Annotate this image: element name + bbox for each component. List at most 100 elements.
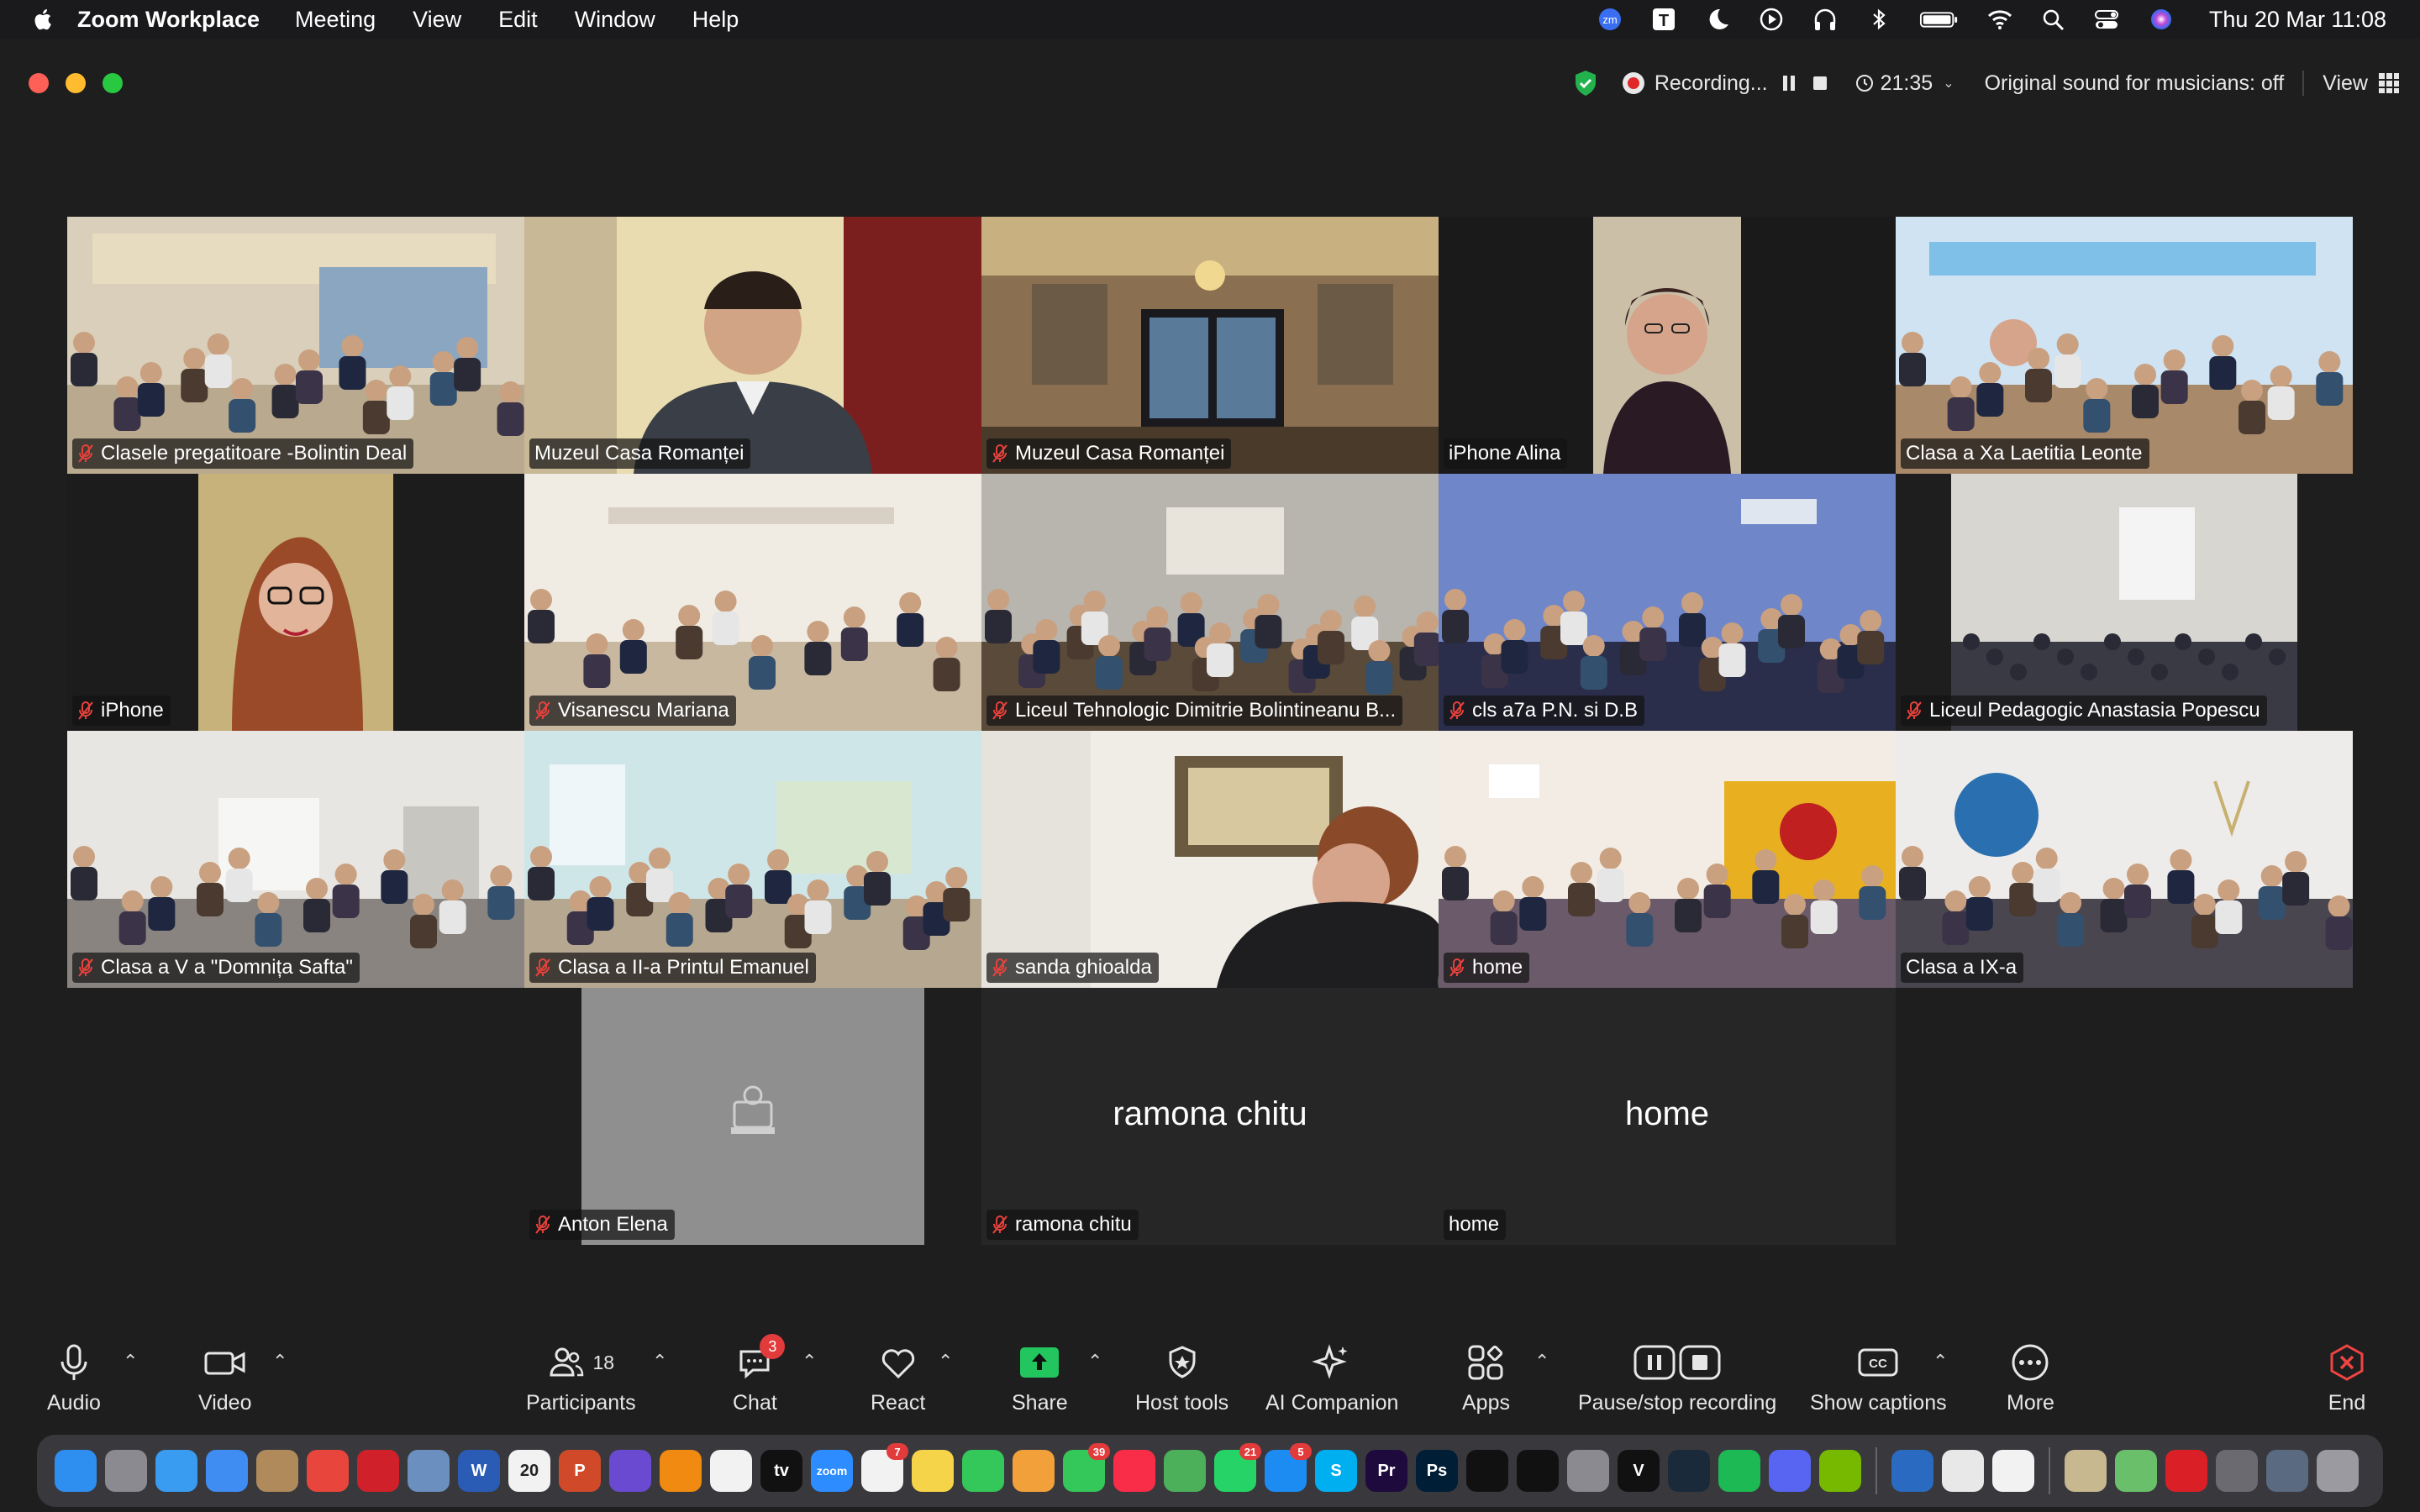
freeform-icon[interactable] [710,1450,752,1492]
menubar-clock[interactable]: Thu 20 Mar 11:08 [2209,7,2386,33]
video-tile[interactable]: Clasa a V a "Domnița Safta" [67,731,524,988]
music-icon[interactable] [1113,1450,1155,1492]
close-window-button[interactable] [29,73,49,93]
shield-check-icon[interactable] [1572,69,1599,97]
textedit-icon[interactable] [1992,1450,2034,1492]
view-button[interactable]: View [2323,71,2368,96]
photoshop-icon[interactable]: Ps [1416,1450,1458,1492]
cloud-folder-icon[interactable] [2115,1450,2157,1492]
vlc-icon[interactable] [660,1450,702,1492]
zoom-icon[interactable]: zoom [811,1450,853,1492]
video-tile[interactable]: home home [1439,988,1896,1245]
launchpad-icon[interactable] [105,1450,147,1492]
chevron-down-icon[interactable]: ⌄ [1943,75,1954,92]
moon-icon[interactable] [1703,7,1732,32]
skype-icon[interactable]: S [1315,1450,1357,1492]
video-tile[interactable]: Clasa a IX-a [1896,731,2353,988]
video-tile[interactable]: sanda ghioalda [981,731,1439,988]
siri-icon[interactable] [609,1450,651,1492]
minimize-window-button[interactable] [66,73,86,93]
end-meeting-button[interactable]: End [2326,1337,2368,1430]
react-options-chevron-icon[interactable]: ⌃ [938,1351,953,1373]
vectorworks-icon[interactable]: V [1618,1450,1660,1492]
creative-cloud-icon[interactable] [2165,1450,2207,1492]
trash-icon[interactable] [2317,1450,2359,1492]
discord-icon[interactable] [1769,1450,1811,1492]
video-tile[interactable]: Liceul Pedagogic Anastasia Popescu [1896,474,2353,731]
capcut-icon[interactable] [1517,1450,1559,1492]
menu-view[interactable]: View [413,7,461,33]
video-tile[interactable]: Anton Elena [524,988,981,1245]
powerpoint-icon[interactable]: P [559,1450,601,1492]
video-button[interactable]: Video [198,1337,252,1430]
word-icon[interactable]: W [458,1450,500,1492]
apps-options-chevron-icon[interactable]: ⌃ [1534,1351,1549,1373]
menu-window[interactable]: Window [575,7,655,33]
spotify-icon[interactable] [1718,1450,1760,1492]
pause-stop-recording-button[interactable]: Pause/stop recording [1578,1337,1776,1430]
grid-view-icon[interactable] [2378,72,2400,94]
zoom-icon[interactable]: zm [1596,7,1624,32]
video-tile[interactable]: Clasele pregatitoare -Bolintin Deal [67,217,524,474]
audio-app-icon[interactable] [1668,1450,1710,1492]
search-icon[interactable] [2039,7,2068,32]
audio-button[interactable]: Audio [47,1337,101,1430]
appstore-icon[interactable]: 5 [1265,1443,1312,1492]
app-store-alt-icon[interactable] [1942,1450,1984,1492]
host-tools-button[interactable]: Host tools [1135,1337,1228,1430]
siri-icon[interactable] [2147,7,2175,32]
menu-meeting[interactable]: Meeting [295,7,376,33]
nvidia-icon[interactable] [1819,1450,1861,1492]
screenshot-folder-icon[interactable] [2216,1450,2258,1492]
more-button[interactable]: More [2007,1337,2054,1430]
t-icon[interactable]: T [1649,7,1678,32]
maximize-window-button[interactable] [103,73,123,93]
opera-icon[interactable] [357,1450,399,1492]
photo-folder-icon[interactable] [2065,1450,2107,1492]
notes-icon[interactable] [912,1450,954,1492]
chat-button[interactable]: 3 Chat [733,1334,786,1430]
chrome-icon[interactable] [307,1450,349,1492]
original-sound-toggle[interactable]: Original sound for musicians: off [1985,71,2285,96]
wifi-icon[interactable] [1986,7,2014,32]
maps-icon[interactable] [1164,1450,1206,1492]
apps-button[interactable]: Apps [1462,1337,1510,1430]
pause-recording-icon[interactable] [1782,76,1795,91]
video-tile[interactable]: cls a7a P.N. si D.B [1439,474,1896,731]
meeting-timer[interactable]: 21:35 [1881,71,1933,96]
reminders-icon[interactable]: 7 [861,1443,908,1492]
appletv-icon[interactable]: tv [760,1450,802,1492]
video-tile[interactable]: Clasa a II-a Printul Emanuel [524,731,981,988]
system-settings-icon[interactable] [1567,1450,1609,1492]
tiktok-icon[interactable] [1466,1450,1508,1492]
messages-icon[interactable]: 39 [1063,1443,1110,1492]
ai-companion-button[interactable]: AI Companion [1265,1337,1398,1430]
video-tile[interactable]: iPhone [67,474,524,731]
quicktime-icon[interactable] [1891,1450,1933,1492]
app-menu[interactable]: Zoom Workplace [77,7,260,33]
participants-button[interactable]: 18 Participants [526,1337,636,1430]
video-tile[interactable]: Liceul Tehnologic Dimitrie Bolintineanu … [981,474,1439,731]
calendar-icon[interactable]: 20 [508,1450,550,1492]
safari-icon[interactable] [155,1450,197,1492]
video-tile[interactable]: Muzeul Casa Romanței [981,217,1439,474]
stop-recording-icon[interactable] [1812,76,1827,90]
video-tile[interactable]: home [1439,731,1896,988]
video-tile[interactable]: ramona chitu ramona chitu [981,988,1439,1245]
mail-icon[interactable] [206,1450,248,1492]
bluetooth-icon[interactable] [1865,7,1893,32]
menu-help[interactable]: Help [692,7,739,33]
play-icon[interactable] [1757,7,1786,32]
finder-icon[interactable] [55,1450,97,1492]
notes-brown-icon[interactable] [256,1450,298,1492]
preview-icon[interactable] [408,1450,450,1492]
show-captions-button[interactable]: CC Show captions [1810,1337,1947,1430]
video-tile[interactable]: Muzeul Casa Romanței [524,217,981,474]
photos-icon[interactable] [1013,1450,1055,1492]
whatsapp-icon[interactable]: 21 [1214,1443,1261,1492]
facetime-icon[interactable] [962,1450,1004,1492]
video-tile[interactable]: Clasa a Xa Laetitia Leonte [1896,217,2353,474]
audio-options-chevron-icon[interactable]: ⌃ [123,1351,138,1373]
battery-icon[interactable] [1918,7,1960,32]
video-tile[interactable]: iPhone Alina [1439,217,1896,474]
